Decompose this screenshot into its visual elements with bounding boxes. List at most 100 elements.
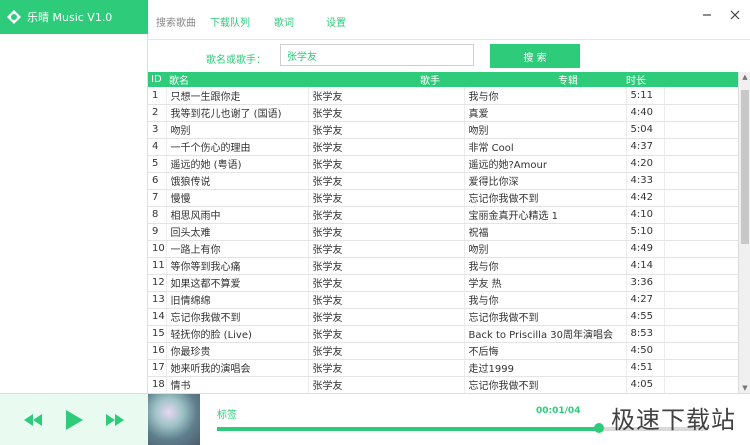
- search-button[interactable]: 搜 索: [490, 44, 580, 68]
- table-row[interactable]: 10 一路上有你 张学友 吻别 4:49: [148, 240, 738, 258]
- table-row[interactable]: 8 相思风雨中 张学友 宝丽金真开心精选 1 4:10: [148, 206, 738, 224]
- close-icon[interactable]: [728, 8, 742, 22]
- row-title: 遥远的她 (粤语): [166, 155, 309, 173]
- row-artist: 张学友: [308, 138, 465, 156]
- row-artist: 张学友: [308, 291, 465, 309]
- row-title: 如果这都不算爱: [166, 274, 309, 292]
- search-row: 歌名或歌手： 搜 索: [148, 40, 750, 72]
- table-row[interactable]: 4 一千个伤心的理由 张学友 非常 Cool 4:37: [148, 138, 738, 156]
- table-row[interactable]: 6 饿狼传说 张学友 爱得比你深 4:33: [148, 172, 738, 190]
- row-title: 饿狼传说: [166, 172, 309, 190]
- row-filler: [664, 104, 738, 122]
- tab-download-queue[interactable]: 下载队列: [210, 14, 250, 29]
- next-icon[interactable]: [106, 414, 125, 426]
- minimize-icon[interactable]: [700, 8, 714, 22]
- row-title: 相思风雨中: [166, 206, 309, 224]
- scroll-down-icon[interactable]: ▼: [741, 383, 749, 393]
- search-input[interactable]: [280, 44, 474, 66]
- app-title: 乐晴 Music V1.0: [27, 11, 113, 24]
- row-album: 我与你: [464, 87, 627, 105]
- row-duration: 4:37: [626, 138, 665, 156]
- row-id: 5: [148, 155, 167, 173]
- row-id: 7: [148, 189, 167, 207]
- row-duration: 4:05: [626, 376, 665, 393]
- row-filler: [664, 206, 738, 224]
- table-row[interactable]: 5 遥远的她 (粤语) 张学友 遥远的她?Amour 4:20: [148, 155, 738, 173]
- scroll-up-icon[interactable]: ▲: [741, 72, 749, 82]
- row-filler: [664, 87, 738, 105]
- table-row[interactable]: 11 等你等到我心痛 张学友 我与你 4:14: [148, 257, 738, 275]
- row-id: 16: [148, 342, 167, 360]
- row-album: 爱得比你深: [464, 172, 627, 190]
- table-row[interactable]: 18 情书 张学友 忘记你我做不到 4:05: [148, 376, 738, 393]
- row-id: 14: [148, 308, 167, 326]
- previous-icon[interactable]: [23, 414, 42, 426]
- row-title: 慢慢: [166, 189, 309, 207]
- scroll-thumb[interactable]: [741, 90, 749, 244]
- row-title: 一路上有你: [166, 240, 309, 258]
- col-title[interactable]: 歌名: [166, 72, 308, 87]
- row-id: 2: [148, 104, 167, 122]
- table-row[interactable]: 15 轻抚你的脸 (Live) 张学友 Back to Priscilla 30周年演…: [148, 325, 738, 343]
- row-album: 吻别: [464, 121, 627, 139]
- row-artist: 张学友: [308, 104, 465, 122]
- row-duration: 4:14: [626, 257, 665, 275]
- search-label: 歌名或歌手：: [206, 55, 266, 66]
- row-title: 吻别: [166, 121, 309, 139]
- row-title: 回头太难: [166, 223, 309, 241]
- tab-lyrics[interactable]: 歌词: [274, 14, 294, 29]
- table-row[interactable]: 9 回头太难 张学友 祝福 5:10: [148, 223, 738, 241]
- table-row[interactable]: 2 我等到花儿也谢了 (国语) 张学友 真爱 4:40: [148, 104, 738, 122]
- table-scrollbar[interactable]: ▲ ▼: [738, 72, 750, 393]
- row-filler: [664, 342, 738, 360]
- row-album: 祝福: [464, 223, 627, 241]
- table-row[interactable]: 14 忘记你我做不到 张学友 忘记你我做不到 4:55: [148, 308, 738, 326]
- row-filler: [664, 121, 738, 139]
- col-album[interactable]: 专辑: [464, 72, 626, 87]
- row-filler: [664, 223, 738, 241]
- row-id: 4: [148, 138, 167, 156]
- row-id: 17: [148, 359, 167, 377]
- col-duration[interactable]: 时长: [626, 72, 738, 87]
- play-icon[interactable]: [65, 410, 83, 430]
- row-filler: [664, 257, 738, 275]
- row-artist: 张学友: [308, 359, 465, 377]
- row-title: 轻抚你的脸 (Live): [166, 325, 309, 343]
- row-album: 忘记你我做不到: [464, 308, 627, 326]
- table-row[interactable]: 12 如果这都不算爱 张学友 学友 热 3:36: [148, 274, 738, 292]
- table-row[interactable]: 7 慢慢 张学友 忘记你我做不到 4:42: [148, 189, 738, 207]
- col-id[interactable]: ID: [148, 72, 166, 87]
- row-title: 情书: [166, 376, 309, 393]
- row-filler: [664, 308, 738, 326]
- table-row[interactable]: 16 你最珍贵 张学友 不后悔 4:50: [148, 342, 738, 360]
- row-duration: 4:51: [626, 359, 665, 377]
- row-title: 旧情绵绵: [166, 291, 309, 309]
- row-id: 13: [148, 291, 167, 309]
- row-title: 只想一生跟你走: [166, 87, 309, 105]
- row-filler: [664, 291, 738, 309]
- row-id: 18: [148, 376, 167, 393]
- row-id: 12: [148, 274, 167, 292]
- row-duration: 4:49: [626, 240, 665, 258]
- row-artist: 张学友: [308, 172, 465, 190]
- row-artist: 张学友: [308, 274, 465, 292]
- app-logo-icon: [6, 9, 22, 25]
- row-album: Back to Priscilla 30周年演唱会: [464, 325, 627, 343]
- tab-search-songs[interactable]: 搜索歌曲: [156, 14, 196, 29]
- progress-knob[interactable]: [594, 423, 605, 433]
- app-brand: 乐晴 Music V1.0: [0, 0, 148, 34]
- row-duration: 8:53: [626, 325, 665, 343]
- row-artist: 张学友: [308, 257, 465, 275]
- col-artist[interactable]: 歌手: [308, 72, 464, 87]
- table-row[interactable]: 3 吻别 张学友 吻别 5:04: [148, 121, 738, 139]
- row-filler: [664, 138, 738, 156]
- tab-settings[interactable]: 设置: [326, 14, 346, 29]
- row-album: 非常 Cool: [464, 138, 627, 156]
- row-filler: [664, 172, 738, 190]
- table-row[interactable]: 17 她来听我的演唱会 张学友 走过1999 4:51: [148, 359, 738, 377]
- table-row[interactable]: 1 只想一生跟你走 张学友 我与你 5:11: [148, 87, 738, 105]
- table-row[interactable]: 13 旧情绵绵 张学友 我与你 4:27: [148, 291, 738, 309]
- row-duration: 5:11: [626, 87, 665, 105]
- row-duration: 5:04: [626, 121, 665, 139]
- row-duration: 4:10: [626, 206, 665, 224]
